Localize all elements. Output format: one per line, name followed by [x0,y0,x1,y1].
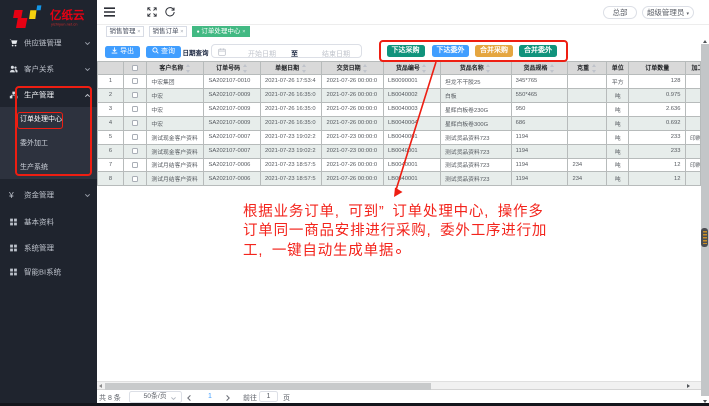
svg-text:yizhiyun.net.cn: yizhiyun.net.cn [51,22,77,27]
svg-text:亿纸云: 亿纸云 [50,8,85,22]
